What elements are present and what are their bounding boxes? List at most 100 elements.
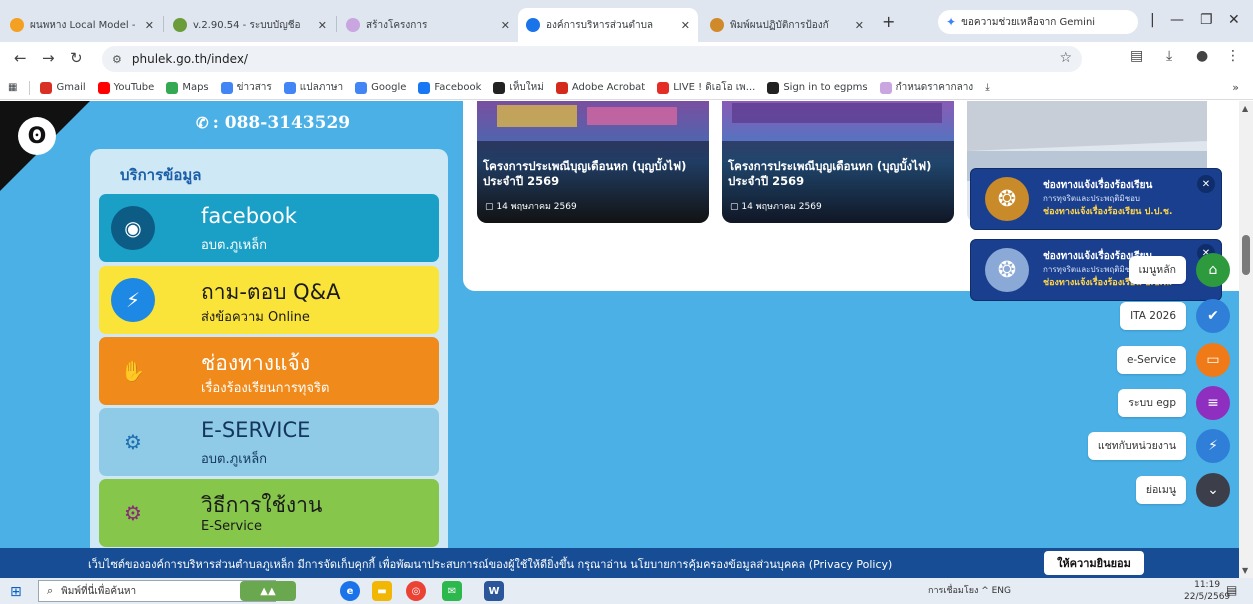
maps-icon [166, 81, 179, 94]
bookmark-google[interactable]: Google [355, 81, 406, 94]
bookmark-price[interactable]: กำหนดราคากลาง [879, 80, 973, 95]
web-page: ʘ ✆: 088-3143529 บริการข้อมูล ◉ facebook… [0, 101, 1239, 548]
tab-4[interactable]: พิมพ์ผนปฏิบัติการป้องกั ✕ [702, 8, 872, 42]
site-info-icon[interactable]: ⚙ [112, 53, 122, 66]
gemini-button[interactable]: ✦ ขอความช่วยเหลือจาก Gemini [938, 10, 1138, 34]
address-row: ← → ↻ ⚙ phulek.go.th/index/ ☆ [0, 42, 1253, 76]
fab-label[interactable]: e-Service [1116, 346, 1186, 374]
bookmark-maps[interactable]: Maps [166, 81, 209, 94]
tab-3-active[interactable]: องค์การบริหารส่วนตำบล ✕ [518, 8, 698, 42]
service-subtitle: อบต.ภูเหล็ก [201, 238, 268, 253]
bookmark-download-icon[interactable]: ⤓ [985, 82, 989, 93]
new-tab-button[interactable]: + [882, 12, 895, 31]
restore-icon[interactable]: ❐ [1200, 12, 1213, 28]
tab-separator [163, 16, 164, 32]
bookmarks-overflow-icon[interactable]: » [1232, 81, 1239, 94]
messenger-icon[interactable]: ⚡ [1196, 429, 1230, 463]
close-tab-icon[interactable]: ✕ [855, 19, 864, 32]
scroll-up-icon[interactable]: ▲ [1242, 104, 1248, 113]
bookmark-label: Adobe Acrobat [571, 82, 646, 93]
fab-label[interactable]: ย่อเมนู [1135, 476, 1186, 504]
service-howto[interactable]: ⚙ วิธีการใช้งาน E-Service [99, 479, 439, 547]
windows-start-icon[interactable]: ⊞ [10, 584, 22, 600]
back-icon[interactable]: ← [14, 49, 27, 67]
clock[interactable]: 11:19 22/5/2569 [1184, 579, 1230, 603]
bookmark-translate[interactable]: แปลภาษา [283, 80, 343, 95]
chrome-icon[interactable]: ◎ [406, 581, 426, 601]
service-facebook[interactable]: ◉ facebook อบต.ภูเหล็ก [99, 194, 439, 262]
tab-favicon-icon [710, 18, 724, 32]
service-complaint[interactable]: ✋ ช่องทางแจ้ง เรื่องร้องเรียนการทุจริต [99, 337, 439, 405]
service-eservice[interactable]: ⚙ E-SERVICE อบต.ภูเหล็ก [99, 408, 439, 476]
bookmark-youtube[interactable]: YouTube [97, 81, 155, 94]
news-date: ▢ 14 พฤษภาคม 2569 [730, 199, 822, 213]
forward-icon[interactable]: → [42, 49, 55, 67]
bookmark-gmail[interactable]: Gmail [40, 81, 86, 94]
weather-widget-icon[interactable]: ▲▲ [240, 581, 296, 601]
nacc-seal-icon: ❂ [985, 177, 1029, 221]
apps-grid-icon[interactable]: ▦ [8, 82, 17, 93]
bookmark-live[interactable]: LIVE ! ดิเอโอ เพ... [657, 80, 755, 95]
service-subtitle: เรื่องร้องเรียนการทุจริต [201, 381, 330, 396]
close-tab-icon[interactable]: ✕ [145, 19, 154, 32]
fab-ita[interactable]: ITA 2026 ✔ [1120, 299, 1230, 333]
chevron-down-icon[interactable]: ⌄ [1196, 473, 1230, 507]
address-bar[interactable]: ⚙ phulek.go.th/index/ ☆ [102, 46, 1082, 72]
bookmark-github[interactable]: เห็บใหม่ [493, 80, 544, 95]
price-icon [879, 81, 892, 94]
bookmark-label: Facebook [434, 82, 482, 93]
github-icon [493, 81, 506, 94]
scroll-down-icon[interactable]: ▼ [1242, 566, 1248, 575]
news-card[interactable]: โครงการประเพณีบุญเดือนหก (บุญบั้งไฟ) ประ… [477, 101, 709, 223]
reload-icon[interactable]: ↻ [70, 49, 83, 67]
bookmark-egpms[interactable]: Sign in to egpms [767, 81, 868, 94]
reading-mode-icon[interactable]: ▤ [1130, 48, 1143, 64]
close-tab-icon[interactable]: ✕ [501, 19, 510, 32]
tab-0[interactable]: ผนพหาง Local Model - ✕ [2, 8, 162, 42]
fab-label[interactable]: ITA 2026 [1120, 302, 1186, 330]
news-card[interactable]: โครงการประเพณีบุญเดือนหก (บุญบั้งไฟ) ประ… [722, 101, 954, 223]
complaint-card-nacc[interactable]: ❂ ช่องทางแจ้งเรื่องร้องเรียน การทุจริตแล… [970, 168, 1222, 230]
fab-label[interactable]: เมนูหลัก [1128, 256, 1186, 284]
bookmark-facebook[interactable]: Facebook [418, 81, 482, 94]
download-icon[interactable]: ⤓ [1166, 48, 1172, 64]
chat-window-icon[interactable]: ▭ [1196, 343, 1230, 377]
fab-label[interactable]: ระบบ egp [1118, 389, 1186, 417]
google-icon [355, 81, 368, 94]
cookie-accept-button[interactable]: ให้ความยินยอม [1044, 551, 1144, 575]
page-scrollbar[interactable]: ▲ ▼ [1239, 101, 1253, 578]
bookmark-star-icon[interactable]: ☆ [1059, 50, 1072, 66]
line-icon[interactable]: ✉ [442, 581, 462, 601]
fab-chat[interactable]: แชทกับหน่วยงาน ⚡ [1087, 429, 1230, 463]
close-icon[interactable]: ✕ [1197, 175, 1215, 193]
profile-avatar-icon[interactable]: ● [1196, 48, 1208, 64]
bookmark-label: YouTube [113, 82, 155, 93]
complaint-title: ช่องทางแจ้งเรื่องร้องเรียน [1043, 180, 1153, 191]
fab-eservice[interactable]: e-Service ▭ [1116, 343, 1230, 377]
tab-1[interactable]: v.2.90.54 - ระบบบัญชีอ ✕ [165, 8, 335, 42]
word-icon[interactable]: W [484, 581, 504, 601]
fab-main-menu[interactable]: เมนูหลัก ⌂ [1128, 253, 1230, 287]
list-icon[interactable]: ≡ [1196, 386, 1230, 420]
notification-icon[interactable]: ▤ [1226, 583, 1237, 597]
scroll-thumb[interactable] [1242, 235, 1250, 275]
edge-icon[interactable]: e [340, 581, 360, 601]
minimize-icon[interactable]: — [1170, 12, 1184, 28]
home-icon[interactable]: ⌂ [1196, 253, 1230, 287]
system-tray[interactable]: การเชื่อมโยง ^ ENG [928, 583, 1011, 597]
translate-icon [283, 81, 296, 94]
fab-collapse[interactable]: ย่อเมนู ⌄ [1135, 473, 1230, 507]
close-tab-icon[interactable]: ✕ [318, 19, 327, 32]
tab-2[interactable]: สร้างโครงการ ✕ [338, 8, 518, 42]
file-explorer-icon[interactable]: ▬ [372, 581, 392, 601]
close-tab-icon[interactable]: ✕ [681, 19, 690, 32]
gmail-icon [40, 81, 53, 94]
service-qa[interactable]: ⚡ ถาม-ตอบ Q&A ส่งข้อความ Online [99, 266, 439, 334]
fab-label[interactable]: แชทกับหน่วยงาน [1087, 432, 1186, 460]
fab-egp[interactable]: ระบบ egp ≡ [1118, 386, 1230, 420]
menu-kebab-icon[interactable]: ⋮ [1226, 48, 1240, 64]
bookmark-news[interactable]: ข่าวสาร [220, 80, 272, 95]
check-badge-icon[interactable]: ✔ [1196, 299, 1230, 333]
bookmark-acrobat[interactable]: Adobe Acrobat [555, 81, 646, 94]
close-window-icon[interactable]: ✕ [1228, 12, 1240, 28]
